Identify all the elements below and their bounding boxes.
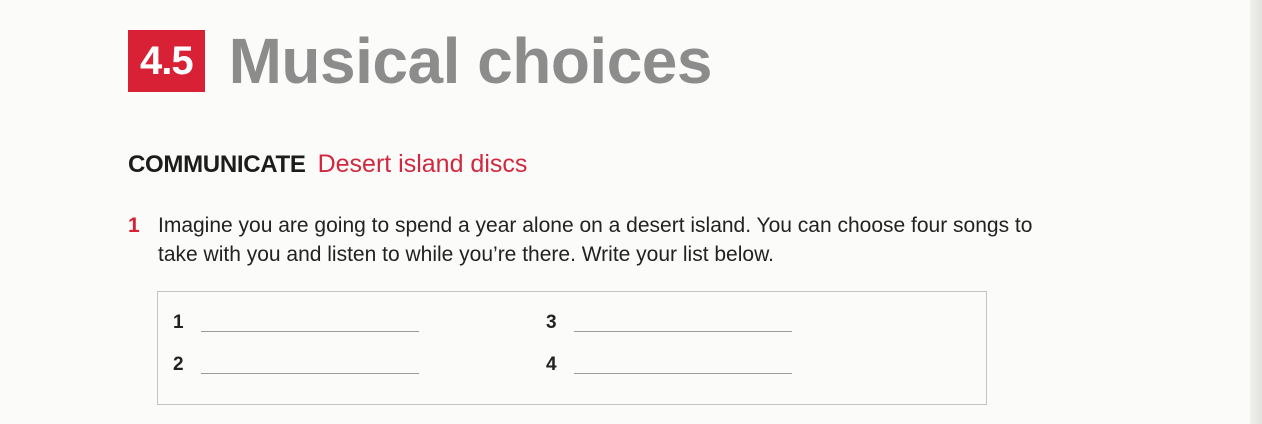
- answer-line-1[interactable]: [201, 331, 419, 332]
- exercise-1: 1 Imagine you are going to spend a year …: [128, 211, 1038, 269]
- page-edge-shadow: [1250, 0, 1262, 424]
- answer-number: 2: [173, 354, 184, 375]
- answer-line-2[interactable]: [201, 373, 419, 374]
- unit-number-badge: 4.5: [128, 30, 205, 92]
- exercise-instruction: Imagine you are going to spend a year al…: [158, 214, 1033, 266]
- answer-item-2: 2: [173, 354, 419, 376]
- answer-number: 1: [173, 312, 184, 333]
- section-topic: Desert island discs: [317, 150, 528, 178]
- section-label: COMMUNICATE: [128, 151, 306, 178]
- answer-line-4[interactable]: [574, 373, 792, 374]
- section-heading: COMMUNICATE Desert island discs: [128, 150, 527, 179]
- answer-item-4: 4: [546, 354, 792, 376]
- answer-line-3[interactable]: [574, 331, 792, 332]
- unit-title: Musical choices: [228, 25, 713, 97]
- answer-item-1: 1: [173, 312, 419, 334]
- answer-box: 1 2 3 4: [157, 291, 987, 405]
- unit-header: 4.5 Musical choices: [128, 29, 712, 93]
- answer-number: 4: [546, 354, 557, 375]
- exercise-number: 1: [128, 214, 140, 237]
- answer-number: 3: [546, 312, 557, 333]
- answer-item-3: 3: [546, 312, 792, 334]
